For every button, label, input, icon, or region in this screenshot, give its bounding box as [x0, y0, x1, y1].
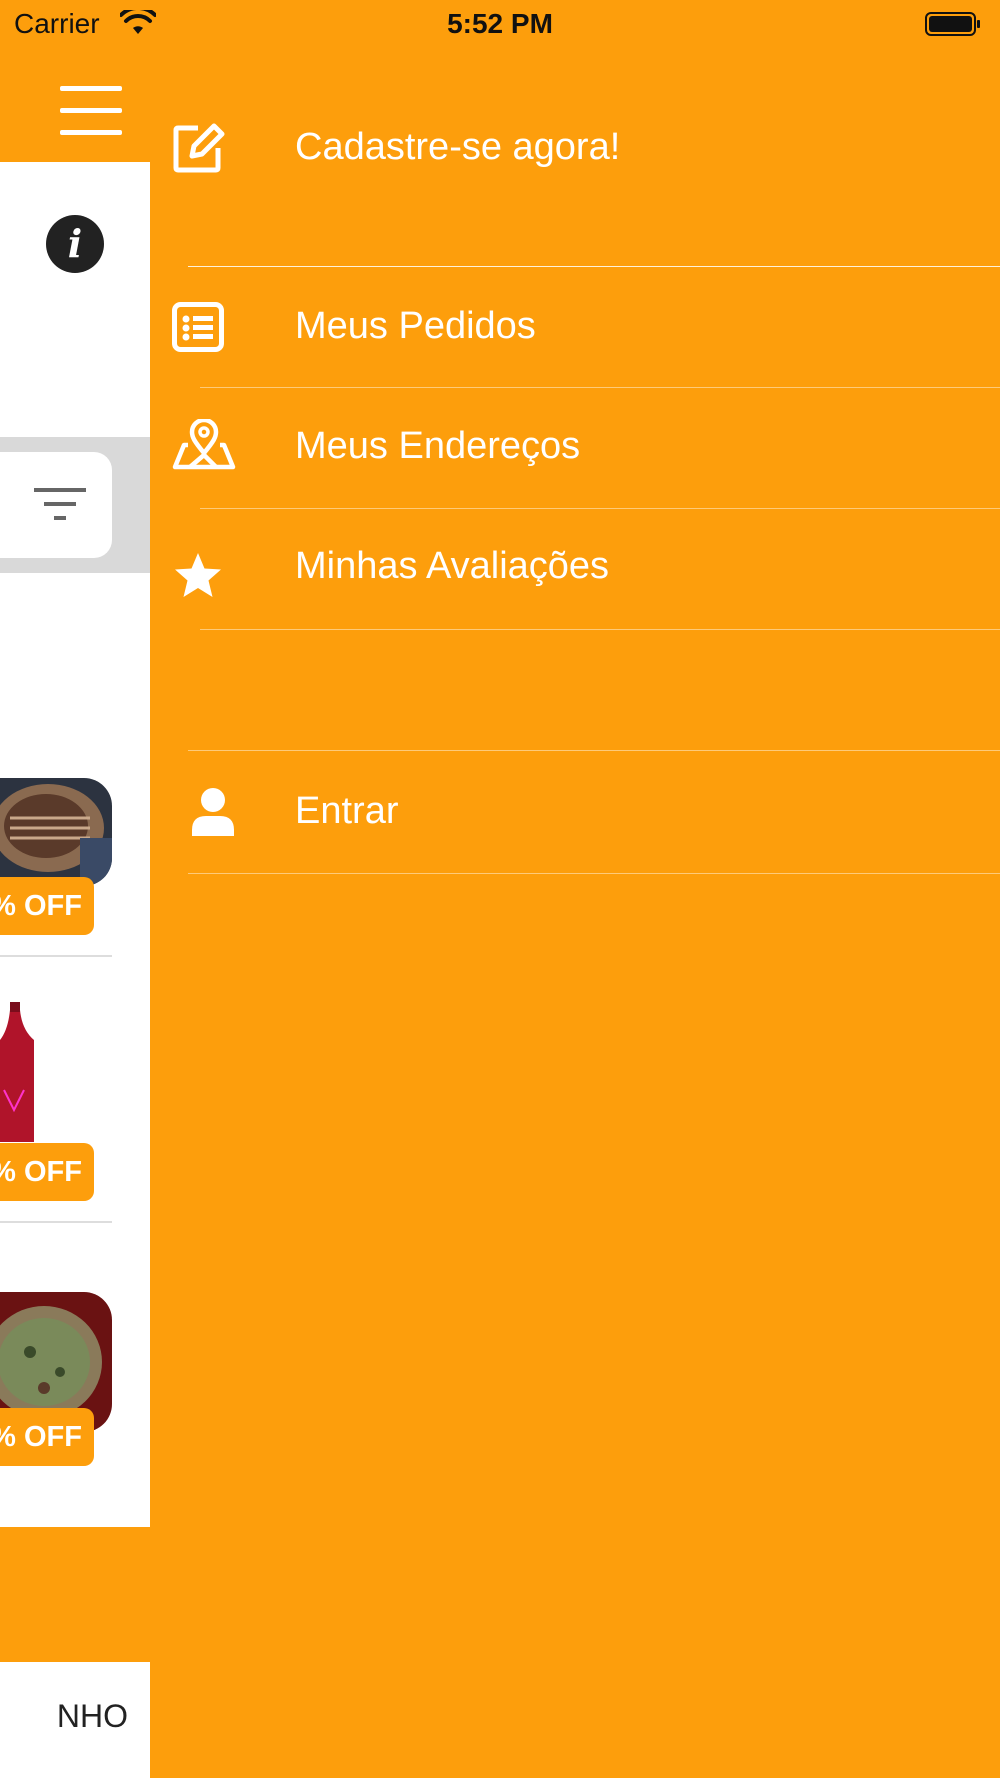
- promo-divider: [0, 1221, 112, 1223]
- user-icon: [192, 788, 234, 836]
- main-content: i % OFF % OFF: [0, 162, 150, 1527]
- menu-item-reviews[interactable]: Minhas Avaliações: [150, 515, 1000, 625]
- menu-item-label: Minhas Avaliações: [295, 545, 610, 587]
- search-input[interactable]: [0, 452, 112, 558]
- login-item[interactable]: Entrar: [150, 760, 1000, 870]
- menu-toggle-button[interactable]: [60, 86, 122, 136]
- divider: [200, 629, 1000, 630]
- map-pin-icon: [172, 419, 236, 470]
- divider: [188, 266, 1000, 267]
- bottom-tab-label: NHO: [56, 1698, 128, 1734]
- star-icon: [175, 553, 221, 597]
- discount-badge: % OFF: [0, 877, 94, 935]
- list-icon: [172, 302, 224, 352]
- bottom-tab[interactable]: NHO: [0, 1662, 150, 1778]
- divider: [188, 750, 1000, 751]
- divider: [200, 508, 1000, 509]
- menu-item-label: Meus Pedidos: [295, 305, 536, 347]
- discount-badge: % OFF: [0, 1408, 94, 1466]
- menu-item-orders[interactable]: Meus Pedidos: [150, 275, 1000, 385]
- search-bar: [0, 437, 150, 573]
- side-drawer: Cadastre-se agora! Meus Pedidos Meus End…: [150, 0, 1000, 1778]
- discount-badge: % OFF: [0, 1143, 94, 1201]
- divider: [188, 873, 1000, 874]
- info-icon[interactable]: i: [46, 215, 104, 273]
- menu-item-addresses[interactable]: Meus Endereços: [150, 395, 1000, 505]
- edit-icon: [173, 123, 225, 173]
- promo-image[interactable]: [0, 1000, 112, 1142]
- filter-icon[interactable]: [32, 484, 88, 526]
- promo-divider: [0, 955, 112, 957]
- menu-item-label: Meus Endereços: [295, 425, 581, 467]
- register-label: Cadastre-se agora!: [295, 126, 621, 168]
- promo-image[interactable]: [0, 778, 112, 886]
- divider: [200, 387, 1000, 388]
- register-item[interactable]: Cadastre-se agora!: [150, 100, 1000, 200]
- login-label: Entrar: [295, 790, 399, 832]
